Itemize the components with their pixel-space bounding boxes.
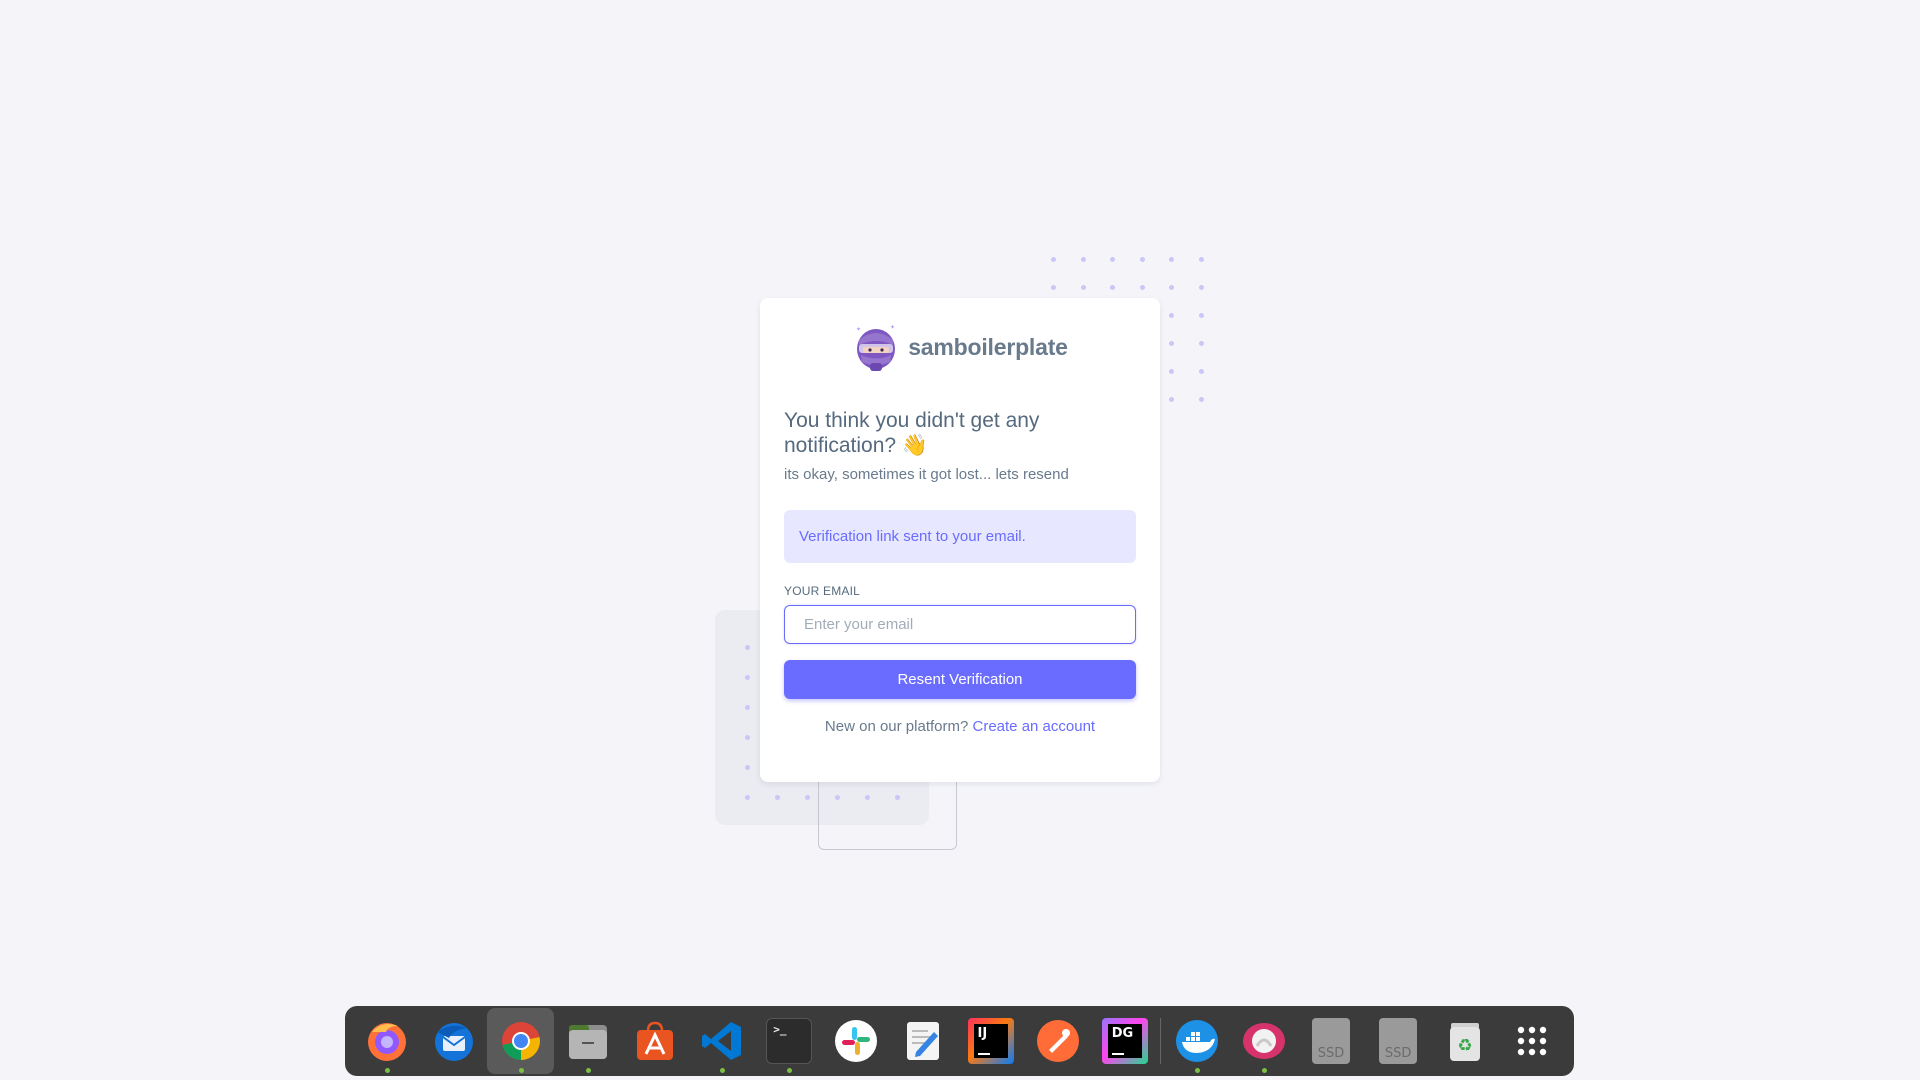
dock-item-datagrip[interactable]: DG <box>1091 1008 1158 1074</box>
dock: >_ IJ DG SSD SSD ♻ <box>345 1006 1574 1076</box>
decorative-dot <box>1169 257 1174 262</box>
email-input[interactable] <box>784 605 1136 644</box>
brand-name: samboilerplate <box>908 333 1068 360</box>
dock-item-app-store[interactable] <box>621 1008 688 1074</box>
success-alert: Verification link sent to your email. <box>784 510 1136 563</box>
decorative-dot <box>1198 313 1204 318</box>
datagrip-icon: DG <box>1101 1018 1148 1064</box>
signup-prompt-text: New on our platform? <box>824 718 969 735</box>
decorative-dot <box>1198 341 1204 346</box>
firefox-icon <box>367 1023 406 1061</box>
dock-item-chrome[interactable] <box>487 1008 555 1074</box>
dock-item-ssd-2[interactable]: SSD <box>1365 1008 1432 1074</box>
decorative-dot <box>1051 257 1056 262</box>
decorative-dot <box>1139 257 1145 262</box>
dock-item-vscode[interactable] <box>689 1008 756 1074</box>
decorative-dot <box>745 765 750 770</box>
page-heading: You think you didn't get any notificatio… <box>784 409 1040 457</box>
postman-icon <box>1036 1020 1079 1062</box>
disk-usage-icon <box>1242 1023 1285 1059</box>
signup-prompt: New on our platform? Create an account <box>784 718 1136 735</box>
decorative-dot <box>1080 257 1086 262</box>
decorative-dot <box>745 705 750 710</box>
terminal-icon: >_ <box>766 1018 813 1064</box>
decorative-dot <box>1169 397 1174 402</box>
files-icon <box>568 1025 607 1059</box>
dock-item-show-apps[interactable] <box>1499 1008 1566 1074</box>
create-account-link[interactable]: Create an account <box>973 718 1096 735</box>
dock-item-slack[interactable] <box>823 1008 890 1074</box>
text-editor-icon <box>907 1022 940 1060</box>
terminal-glyph: >_ <box>773 1023 787 1036</box>
desktop: ✦ ✦ samboilerplate You think you didn't … <box>0 0 1920 1080</box>
app-store-icon <box>636 1021 673 1060</box>
svg-text:✦: ✦ <box>856 326 861 333</box>
dock-item-ssd-1[interactable]: SSD <box>1298 1008 1365 1074</box>
decorative-dot <box>1139 285 1145 290</box>
decorative-dot <box>1110 285 1115 290</box>
decorative-dot <box>1080 285 1086 290</box>
running-indicator <box>1261 1068 1267 1073</box>
decorative-dot <box>865 795 870 800</box>
dock-item-terminal[interactable]: >_ <box>756 1008 823 1074</box>
intellij-icon: IJ <box>967 1018 1014 1064</box>
svg-text:♻: ♻ <box>1458 1036 1473 1055</box>
slack-icon <box>835 1020 878 1062</box>
dock-item-thunderbird[interactable] <box>420 1008 487 1074</box>
brand[interactable]: ✦ ✦ samboilerplate <box>784 322 1136 372</box>
decorative-dot <box>1051 285 1056 290</box>
ssd-drive-icon: SSD <box>1379 1018 1418 1064</box>
running-indicator <box>787 1068 793 1073</box>
svg-text:✦: ✦ <box>890 324 895 331</box>
decorative-dot <box>1169 341 1174 346</box>
vscode-icon <box>702 1022 742 1060</box>
decorative-dot <box>745 645 750 650</box>
decorative-dot <box>895 795 900 800</box>
dock-item-docker[interactable] <box>1163 1008 1230 1074</box>
page-subtext: its okay, sometimes it got lost... lets … <box>784 466 1069 483</box>
decorative-dot <box>1198 397 1204 402</box>
datagrip-label: DG <box>1111 1026 1134 1041</box>
app-grid-icon <box>1518 1026 1547 1056</box>
chrome-icon <box>501 1022 540 1060</box>
dock-item-files[interactable] <box>554 1008 621 1074</box>
dock-item-postman[interactable] <box>1024 1008 1091 1074</box>
decorative-dot <box>1198 257 1204 262</box>
decorative-dot <box>745 735 750 740</box>
dock-item-intellij[interactable]: IJ <box>957 1008 1024 1074</box>
decorative-dot <box>745 795 750 800</box>
dock-item-firefox[interactable] <box>353 1008 420 1074</box>
intellij-label: IJ <box>977 1026 988 1041</box>
dock-item-disk-usage[interactable] <box>1230 1008 1297 1074</box>
resend-verification-button[interactable]: Resent Verification <box>784 660 1136 699</box>
dock-item-text-editor[interactable] <box>890 1008 957 1074</box>
running-indicator <box>384 1068 390 1073</box>
trash-icon: ♻ <box>1450 1023 1481 1061</box>
decorative-dot <box>775 795 780 800</box>
email-label: YOUR EMAIL <box>784 584 861 598</box>
verification-card: ✦ ✦ samboilerplate You think you didn't … <box>760 298 1160 782</box>
decorative-dot <box>1198 369 1204 374</box>
decorative-dot <box>1169 313 1174 318</box>
ssd-label: SSD <box>1384 1046 1412 1061</box>
decorative-dot <box>805 795 810 800</box>
decorative-dot <box>1198 285 1204 290</box>
ssd-label: SSD <box>1317 1046 1345 1061</box>
running-indicator <box>720 1068 726 1073</box>
thunderbird-icon <box>434 1023 473 1061</box>
decorative-dot <box>1169 285 1174 290</box>
ssd-drive-icon: SSD <box>1312 1018 1351 1064</box>
running-indicator <box>518 1068 524 1073</box>
running-indicator <box>1194 1068 1200 1073</box>
ninja-mascot-logo: ✦ ✦ <box>856 324 895 371</box>
running-indicator <box>585 1068 591 1073</box>
decorative-dot <box>835 795 840 800</box>
decorative-dot <box>1169 369 1174 374</box>
alert-message: Verification link sent to your email. <box>799 528 1026 545</box>
dock-separator <box>1160 1018 1162 1064</box>
docker-icon <box>1175 1020 1218 1062</box>
decorative-dot <box>745 675 750 680</box>
decorative-dot <box>1110 257 1115 262</box>
dock-item-trash[interactable]: ♻ <box>1432 1008 1499 1074</box>
